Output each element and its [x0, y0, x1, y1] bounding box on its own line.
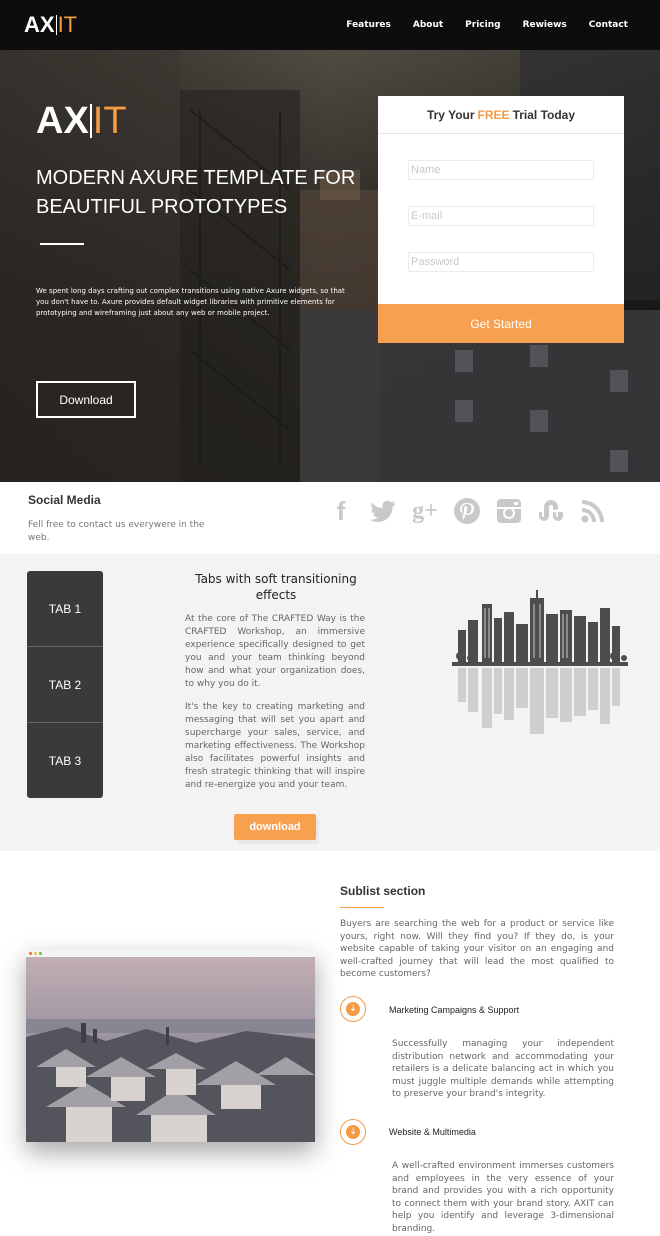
nav-logo-accent: IT: [57, 12, 78, 37]
sublist-item-1-title: Marketing Campaigns & Support: [389, 1005, 520, 1015]
cloud-download-icon: ⇣: [340, 996, 366, 1022]
nav-item-pricing[interactable]: Pricing: [465, 20, 500, 30]
trial-title-free: FREE: [477, 107, 510, 122]
nav-logo-main: AX: [24, 12, 55, 37]
trial-form-title: Try Your FREE Trial Today: [378, 96, 624, 134]
sublist-title: Sublist section: [340, 884, 426, 898]
cloud-download-icon: ⇣: [340, 1119, 366, 1145]
email-field[interactable]: E-mail: [408, 206, 594, 226]
tab-list: TAB 1 TAB 2 TAB 3: [27, 571, 103, 798]
tabs-download-button[interactable]: download: [234, 814, 316, 840]
hero-logo-accent: IT: [92, 100, 127, 142]
nav-item-reviews[interactable]: Rewiews: [523, 20, 567, 30]
tabs-paragraph-1: At the core of The CRAFTED Way is the CR…: [185, 614, 365, 689]
sublist-section: Sublist section Buyers are searching the…: [0, 851, 660, 1236]
city-skyline-illustration: [452, 590, 628, 734]
facebook-icon[interactable]: f: [326, 496, 356, 526]
hero-download-button[interactable]: Download: [36, 381, 136, 418]
nav-item-about[interactable]: About: [413, 20, 443, 30]
name-field[interactable]: Name: [408, 160, 594, 180]
google-plus-icon[interactable]: g+: [410, 496, 440, 526]
tab-1[interactable]: TAB 1: [27, 571, 103, 647]
social-icons: f g+: [326, 496, 608, 526]
tab-2[interactable]: TAB 2: [27, 647, 103, 723]
hero-description: We spent long days crafting out complex …: [36, 287, 345, 317]
sublist-intro: Buyers are searching the web for a produ…: [340, 919, 614, 980]
hero-section: AX IT MODERN AXURE TEMPLATE FOR BEAUTIFUL…: [0, 50, 660, 482]
rss-icon[interactable]: [578, 496, 608, 526]
get-started-button[interactable]: Get Started: [378, 304, 624, 343]
hero-headline: MODERN AXURE TEMPLATE FOR BEAUTIFUL PROT…: [36, 167, 356, 218]
sublist-item-2-text: A well-crafted environment immerses cust…: [392, 1161, 614, 1234]
hero-logo-main: AX: [36, 100, 89, 142]
social-media-section: Social Media Fell free to contact us eve…: [0, 482, 660, 554]
social-text: Fell free to contact us everywere in the…: [28, 520, 205, 543]
top-navbar: AX IT Features About Pricing Rewiews Cont…: [0, 0, 660, 50]
pinterest-icon[interactable]: [452, 496, 482, 526]
city-rooftops-photo: [26, 950, 315, 1142]
sublist-item-2-title: Website & Multimedia: [389, 1127, 476, 1137]
hero-divider: [40, 243, 84, 245]
trial-title-after: Trial Today: [512, 107, 576, 122]
tabs-section: TAB 1 TAB 2 TAB 3 Tabs with soft transit…: [0, 554, 660, 851]
trial-title-before: Try Your: [426, 107, 475, 122]
twitter-icon[interactable]: [368, 496, 398, 526]
nav-item-features[interactable]: Features: [346, 20, 391, 30]
rooftops-image: [26, 957, 315, 1142]
nav-logo[interactable]: AX IT: [24, 12, 77, 38]
instagram-icon[interactable]: [494, 496, 524, 526]
nav-menu: Features About Pricing Rewiews Contact: [346, 20, 628, 30]
trial-form-card: Try Your FREE Trial Today Name E-mail Pa…: [378, 96, 624, 343]
nav-item-contact[interactable]: Contact: [589, 20, 628, 30]
tab-3[interactable]: TAB 3: [27, 723, 103, 799]
browser-window-chrome: [26, 950, 315, 957]
tabs-title: Tabs with soft transitioning effects: [195, 572, 357, 602]
social-title: Social Media: [28, 493, 101, 507]
password-field[interactable]: Password: [408, 252, 594, 272]
sublist-item-1-text: Successfully managing your independent d…: [392, 1039, 614, 1100]
tabs-paragraph-2: It's the key to creating marketing and m…: [185, 702, 365, 790]
hero-logo: AX IT: [36, 100, 127, 143]
sublist-title-underline: [340, 907, 384, 908]
stumbleupon-icon[interactable]: [536, 496, 566, 526]
